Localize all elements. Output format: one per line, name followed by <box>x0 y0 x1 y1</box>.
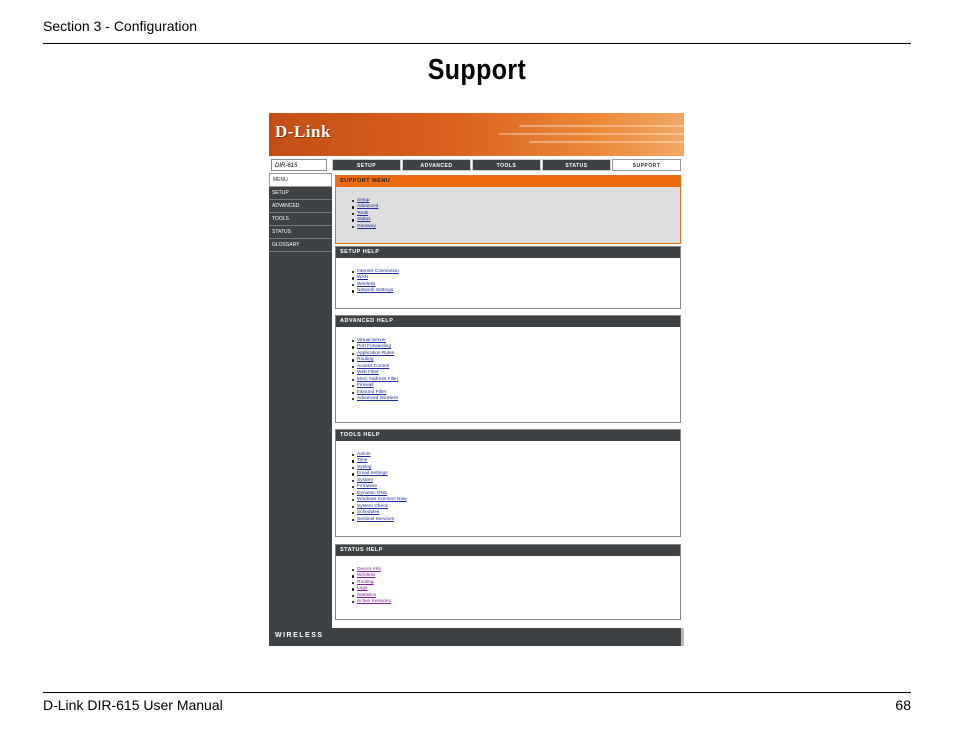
sidebar: MENU SETUP ADVANCED TOOLS STATUS GLOSSAR… <box>269 173 332 628</box>
panel-title: SUPPORT MENU <box>336 176 680 187</box>
footer-rule <box>43 692 911 693</box>
sidebar-item-tools[interactable]: TOOLS <box>269 213 332 226</box>
sidebar-item-advanced[interactable]: ADVANCED <box>269 200 332 213</box>
tools-help-panel: TOOLS HELP Admin Time Syslog Email Setti… <box>335 429 681 537</box>
sidebar-item-menu[interactable]: MENU <box>269 173 332 187</box>
bar-edge-decoration <box>681 628 684 646</box>
sidebar-item-glossary[interactable]: GLOSSARY <box>269 239 332 252</box>
support-menu-panel: SUPPORT MENU Setup Advanced Tools Status… <box>335 175 681 244</box>
link-list: Internet Connection WAN Wireless Network… <box>352 269 399 295</box>
tab-setup[interactable]: SETUP <box>332 159 401 171</box>
banner-swoosh-decoration <box>519 125 684 127</box>
link-list: Virtual Server Port Forwarding Applicati… <box>351 338 398 403</box>
setup-help-panel: SETUP HELP Internet Connection WAN Wirel… <box>335 246 681 309</box>
dlink-logo: D-Link <box>275 122 331 141</box>
advanced-help-panel: ADVANCED HELP Virtual Server Port Forwar… <box>335 315 681 423</box>
link-glossary[interactable]: Glossary <box>351 224 378 230</box>
page-number: 68 <box>895 697 911 713</box>
link-sentinel-services[interactable]: Sentinel Services <box>352 517 407 523</box>
link-active-sessions[interactable]: Active Sessions <box>352 599 391 605</box>
model-label: DIR-615 <box>271 159 327 171</box>
tab-status[interactable]: STATUS <box>542 159 611 171</box>
panel-title: SETUP HELP <box>336 247 680 258</box>
section-header: Section 3 - Configuration <box>43 18 198 34</box>
panel-title: TOOLS HELP <box>336 430 680 441</box>
link-advanced-wireless[interactable]: Advanced Wireless <box>351 396 398 402</box>
manual-name: D-Link DIR-615 User Manual <box>43 697 223 713</box>
tab-advanced[interactable]: ADVANCED <box>402 159 471 171</box>
router-ui-screenshot: D-Link DIR-615 SETUP ADVANCED TOOLS STAT… <box>269 113 684 646</box>
sidebar-item-status[interactable]: STATUS <box>269 226 332 239</box>
header-rule <box>43 43 911 44</box>
banner-swoosh-decoration <box>499 133 684 135</box>
banner-swoosh-decoration <box>529 141 684 143</box>
wireless-footer-bar: WIRELESS <box>269 628 684 646</box>
page-title: Support <box>427 54 527 86</box>
sidebar-item-setup[interactable]: SETUP <box>269 187 332 200</box>
dlink-banner: D-Link <box>269 113 684 156</box>
link-network-settings[interactable]: Network Settings <box>352 288 399 294</box>
tab-tools[interactable]: TOOLS <box>472 159 541 171</box>
tab-support[interactable]: SUPPORT <box>612 159 681 171</box>
top-navigation: DIR-615 SETUP ADVANCED TOOLS STATUS SUPP… <box>269 158 684 172</box>
wireless-label: WIRELESS <box>275 632 324 639</box>
panel-title: ADVANCED HELP <box>336 316 680 327</box>
link-list: Device Info Wireless Routing Logs Statis… <box>352 567 391 606</box>
panel-title: STATUS HELP <box>336 545 680 556</box>
link-list: Admin Time Syslog Email Settings System … <box>352 452 407 523</box>
status-help-panel: STATUS HELP Device Info Wireless Routing… <box>335 544 681 620</box>
link-list: Setup Advanced Tools Status Glossary <box>351 198 378 230</box>
